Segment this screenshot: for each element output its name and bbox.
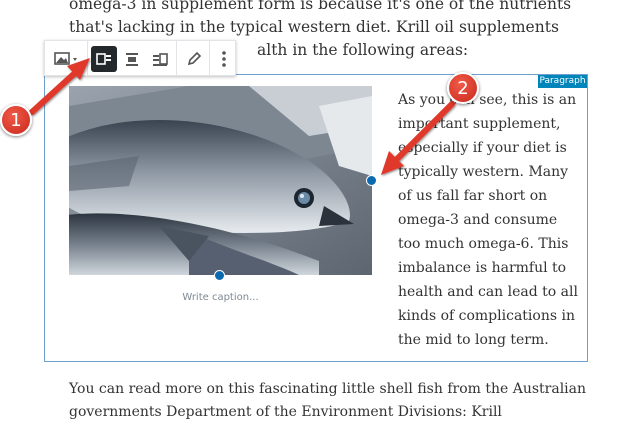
annotation-arrows [29,58,455,175]
callout-2: 2 [447,72,479,104]
callout-1: 1 [0,104,32,136]
arrow-to-toolbar [29,58,90,115]
arrow-to-handle [381,101,455,175]
